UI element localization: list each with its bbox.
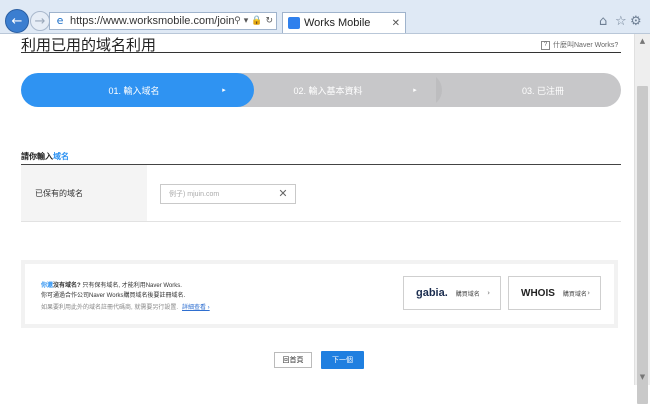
question-icon: ?	[541, 40, 550, 50]
gabia-label: 購買域名	[455, 291, 480, 298]
browser-tab[interactable]: Works Mobile ✕	[282, 12, 406, 33]
scroll-down-icon[interactable]: ▼	[635, 370, 650, 385]
address-url[interactable]: https://www.worksmobile.com/joinup/domai…	[70, 15, 234, 27]
domain-purchase-info: 你還沒有域名? 只有保有域名, 才能利用Naver Works. 你可通過合作公…	[21, 260, 618, 328]
chevron-right-icon: ›	[487, 289, 490, 297]
info-line-2: 你可通過合作公司Naver Works購買域名後要註冊域名.	[41, 293, 186, 299]
back-arrow-icon[interactable]: ←	[5, 9, 29, 33]
lock-icon: 🔒	[251, 16, 263, 26]
section-title-highlight: 域名	[53, 152, 69, 161]
buy-domain-whois-button[interactable]: WHOIS 購買域名 ›	[508, 276, 601, 310]
tab-title: Works Mobile	[304, 17, 371, 29]
tab-favicon-icon	[288, 17, 300, 29]
home-button[interactable]: 回首頁	[274, 352, 312, 368]
whois-logo: WHOIS	[521, 287, 555, 299]
info-line-1: 你還沒有域名? 只有保有域名, 才能利用Naver Works.	[41, 280, 182, 289]
info-rest: 只有保有域名, 才能利用Naver Works.	[80, 283, 182, 289]
address-bar[interactable]: e https://www.worksmobile.com/joinup/dom…	[49, 12, 277, 30]
whois-label: 購買域名	[562, 291, 587, 298]
step-2-label: 02. 輸入基本資料	[293, 85, 363, 96]
next-button[interactable]: 下一個	[321, 351, 364, 369]
info-line-3-text: 如果要利用此外的域名註冊代碼商, 就需要另行設置.	[41, 305, 179, 311]
ie-icon: e	[56, 14, 64, 27]
gear-icon[interactable]: ⚙	[630, 14, 642, 29]
forward-arrow-icon[interactable]: →	[30, 11, 50, 31]
buy-domain-gabia-button[interactable]: gabia. 購買域名 ›	[403, 276, 501, 310]
browser-toolbar: ← → e https://www.worksmobile.com/joinup…	[0, 0, 650, 34]
section-title-prefix: 請你輸入	[21, 152, 53, 161]
home-icon[interactable]: ⌂	[599, 14, 607, 29]
row-divider	[21, 221, 621, 222]
chevron-right-icon: ›	[587, 289, 590, 297]
step-3-label: 03. 已注冊	[521, 85, 564, 96]
dropdown-icon[interactable]: ▾	[244, 16, 249, 26]
step-1-arrow-icon: ▸	[222, 86, 226, 94]
step-3: 03. 已注冊	[425, 73, 621, 107]
gabia-logo: gabia.	[416, 287, 448, 299]
info-line-3: 如果要利用此外的域名註冊代碼商, 就需要另行設置. 詳細查看 ›	[41, 302, 210, 311]
vertical-scrollbar[interactable]: ▲ ▼	[634, 34, 650, 404]
title-divider	[21, 52, 621, 53]
step-1: 01. 輸入域名	[21, 73, 237, 107]
section-title: 請你輸入域名	[21, 151, 69, 162]
step-1-label: 01. 輸入域名	[108, 85, 160, 96]
step-2-arrow-icon: ▸	[413, 86, 417, 94]
info-highlight: 你還	[41, 283, 54, 289]
search-icon[interactable]: ⚲	[234, 16, 241, 26]
details-link[interactable]: 詳細查看 ›	[182, 305, 210, 311]
refresh-icon[interactable]: ↻	[265, 16, 273, 26]
info-bold: 沒有域名?	[53, 283, 81, 289]
close-icon[interactable]: ✕	[392, 18, 400, 29]
step-progress: 03. 已注冊 02. 輸入基本資料 ▸ 01. 輸入域名 ▸	[21, 73, 621, 107]
scroll-thumb[interactable]	[637, 86, 648, 404]
scroll-up-icon[interactable]: ▲	[635, 34, 650, 49]
help-text[interactable]: 什麼叫Naver Works?	[553, 40, 618, 50]
clear-icon[interactable]: ✕	[276, 187, 290, 201]
domain-row-label: 已保有的域名	[21, 165, 147, 221]
star-icon[interactable]: ☆	[615, 14, 627, 29]
help-link[interactable]: ? 什麼叫Naver Works?	[541, 40, 618, 50]
